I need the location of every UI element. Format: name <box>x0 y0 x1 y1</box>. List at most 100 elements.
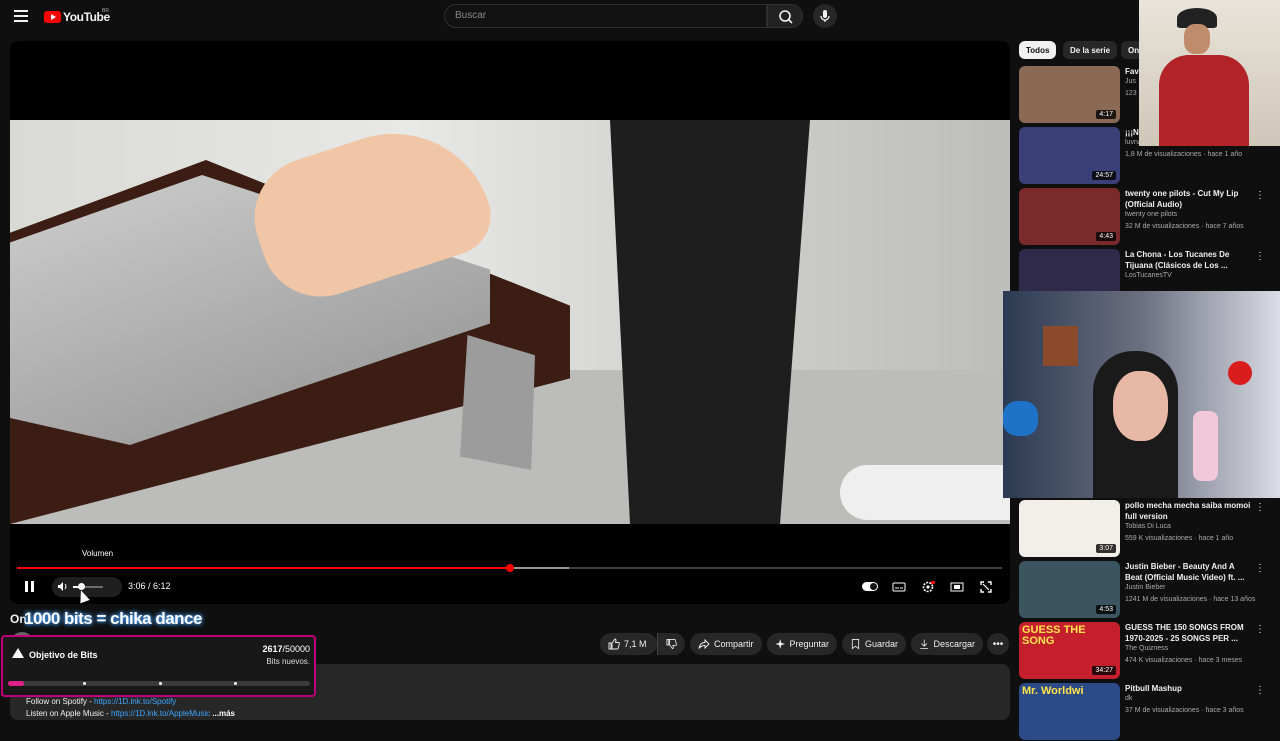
recommendation-item[interactable]: GUESS THE SONG 34:27 GUESS THE 150 SONGS F… <box>1019 622 1274 680</box>
recommendation-item[interactable]: Mr. Worldwi Pitbull Mashup dk 37 M de visua… <box>1019 683 1274 741</box>
webcam-overlay-dancer <box>1139 0 1280 146</box>
search-button[interactable] <box>767 4 803 28</box>
bookmark-icon <box>851 639 860 650</box>
video-thumbnail[interactable]: 4:43 <box>1019 188 1120 245</box>
video-title[interactable]: pollo mecha mecha saiba momoi full versi… <box>1125 500 1253 522</box>
youtube-logo[interactable]: YouTube <box>44 10 110 24</box>
apple-music-link[interactable]: https://1D.lnk.to/AppleMusic <box>111 709 210 718</box>
fullscreen-icon[interactable] <box>979 580 993 594</box>
video-frame <box>10 120 1010 524</box>
poster <box>1043 326 1078 366</box>
video-title[interactable]: twenty one pilots - Cut My Lip (Official… <box>1125 188 1253 210</box>
thumbnail-text: Mr. Worldwi <box>1022 685 1084 697</box>
thumbnail-text: GUESS THE SONG <box>1022 624 1086 647</box>
masthead: YouTube BR Buscar <box>0 0 1280 34</box>
more-vertical-icon[interactable]: ⋮ <box>1255 624 1265 635</box>
video-duration: 4:53 <box>1096 605 1116 614</box>
shoe <box>840 465 1010 520</box>
speaker <box>610 120 810 524</box>
youtube-play-icon <box>44 11 61 23</box>
face <box>1184 24 1210 54</box>
download-icon <box>920 639 929 649</box>
bits-overlay-text: 1000 bits = chika dance <box>24 609 202 628</box>
bits-count: 2617/50000 <box>233 644 310 654</box>
sparkle-icon <box>775 639 786 649</box>
menu-icon[interactable] <box>14 10 28 22</box>
download-label: Descargar <box>933 639 975 649</box>
bits-target: /50000 <box>282 644 310 654</box>
dislike-button[interactable] <box>657 633 685 655</box>
channel-name[interactable]: The Quizness <box>1125 645 1168 652</box>
video-metadata: 1,8 M de visualizaciones · hace 1 año <box>1125 151 1243 158</box>
apple-music-label: Listen on Apple Music - <box>26 709 111 718</box>
save-button[interactable]: Guardar <box>842 633 906 655</box>
description-line-apple: Listen on Apple Music - https://1D.lnk.t… <box>26 709 235 718</box>
search-input[interactable]: Buscar <box>444 4 767 28</box>
chip-series[interactable]: De la serie <box>1063 41 1118 59</box>
spotify-link[interactable]: https://1D.lnk.to/Spotify <box>94 697 176 706</box>
bits-gem-icon <box>12 648 24 658</box>
show-more-link[interactable]: ...más <box>212 709 235 718</box>
search-icon <box>779 10 793 24</box>
download-button[interactable]: Descargar <box>911 633 983 655</box>
volume-icon[interactable] <box>57 581 69 592</box>
channel-name[interactable]: Jus <box>1125 78 1136 85</box>
channel-name[interactable]: dk <box>1125 695 1132 702</box>
red-shirt <box>1159 55 1249 146</box>
voice-search-button[interactable] <box>813 4 837 28</box>
video-thumbnail[interactable]: 4:17 <box>1019 66 1120 123</box>
bits-subtitle: Bits nuevos. <box>266 657 310 666</box>
more-vertical-icon[interactable]: ⋮ <box>1255 563 1265 574</box>
video-thumbnail[interactable]: 3:07 <box>1019 500 1120 557</box>
more-vertical-icon[interactable]: ⋮ <box>1255 502 1265 513</box>
more-vertical-icon[interactable]: ⋮ <box>1255 685 1265 696</box>
more-vertical-icon[interactable]: ⋮ <box>1255 251 1265 262</box>
channel-name[interactable]: twenty one pilots <box>1125 211 1177 218</box>
player-controls: 3:06 / 6:12 <box>10 576 1010 598</box>
like-count: 7,1 M <box>624 639 647 649</box>
bits-goal-widget: Objetivo de Bits 2617/50000 Bits nuevos. <box>1 635 316 697</box>
chip-all[interactable]: Todos <box>1019 41 1057 59</box>
channel-name[interactable]: LosTucanesTV <box>1125 272 1172 279</box>
description-line-spotify: Follow on Spotify - https://1D.lnk.to/Sp… <box>26 697 176 706</box>
theater-mode-icon[interactable] <box>950 580 964 594</box>
video-thumbnail[interactable]: 4:53 <box>1019 561 1120 618</box>
video-thumbnail[interactable]: Mr. Worldwi <box>1019 683 1120 740</box>
share-icon <box>698 638 710 650</box>
pink-mic <box>1193 411 1218 481</box>
recommendation-item[interactable]: 4:53 Justin Bieber - Beauty And A Beat (O… <box>1019 561 1274 619</box>
red-ornament <box>1228 361 1252 385</box>
video-title[interactable]: La Chona - Los Tucanes De Tijuana (Clási… <box>1125 249 1253 271</box>
progress-scrubber[interactable] <box>506 564 514 572</box>
share-button[interactable]: Compartir <box>690 633 762 655</box>
bits-milestone <box>159 682 162 685</box>
volume-tooltip: Volumen <box>82 549 114 558</box>
video-player[interactable]: Volumen 3:06 / 6:12 <box>10 41 1010 604</box>
more-vertical-icon[interactable]: ⋮ <box>1255 190 1265 201</box>
ask-button[interactable]: Preguntar <box>767 633 837 655</box>
video-metadata: 474 K visualizaciones · hace 3 meses <box>1125 657 1243 664</box>
video-metadata: 1241 M de visualizaciones · hace 13 años <box>1125 596 1256 603</box>
like-button[interactable]: 7,1 M <box>600 633 657 655</box>
video-title[interactable]: Justin Bieber - Beauty And A Beat (Offic… <box>1125 561 1253 583</box>
pause-icon[interactable] <box>25 581 34 592</box>
bits-milestone <box>234 682 237 685</box>
video-title[interactable]: GUESS THE 150 SONGS FROM 1970-2025 - 25 … <box>1125 622 1253 644</box>
video-thumbnail[interactable]: 24:57 <box>1019 127 1120 184</box>
time-separator: / <box>145 581 154 591</box>
speaker-stand <box>460 335 535 470</box>
current-time: 3:06 <box>128 581 146 591</box>
search-placeholder: Buscar <box>455 10 487 21</box>
channel-name[interactable]: Justin Bieber <box>1125 584 1165 591</box>
autoplay-toggle[interactable] <box>862 582 878 591</box>
recommendation-item[interactable]: 4:43 twenty one pilots - Cut My Lip (Offi… <box>1019 188 1274 246</box>
settings-gear-icon[interactable] <box>921 580 935 594</box>
duration: 6:12 <box>153 581 171 591</box>
more-actions-button[interactable]: ••• <box>987 633 1009 655</box>
video-title[interactable]: Pitbull Mashup <box>1125 683 1253 694</box>
video-thumbnail[interactable]: GUESS THE SONG 34:27 <box>1019 622 1120 679</box>
captions-icon[interactable] <box>892 580 906 594</box>
time-display: 3:06 / 6:12 <box>128 581 171 591</box>
recommendation-item[interactable]: 3:07 pollo mecha mecha saiba momoi full v… <box>1019 500 1274 558</box>
channel-name[interactable]: Tobias Di Luca <box>1125 523 1171 530</box>
